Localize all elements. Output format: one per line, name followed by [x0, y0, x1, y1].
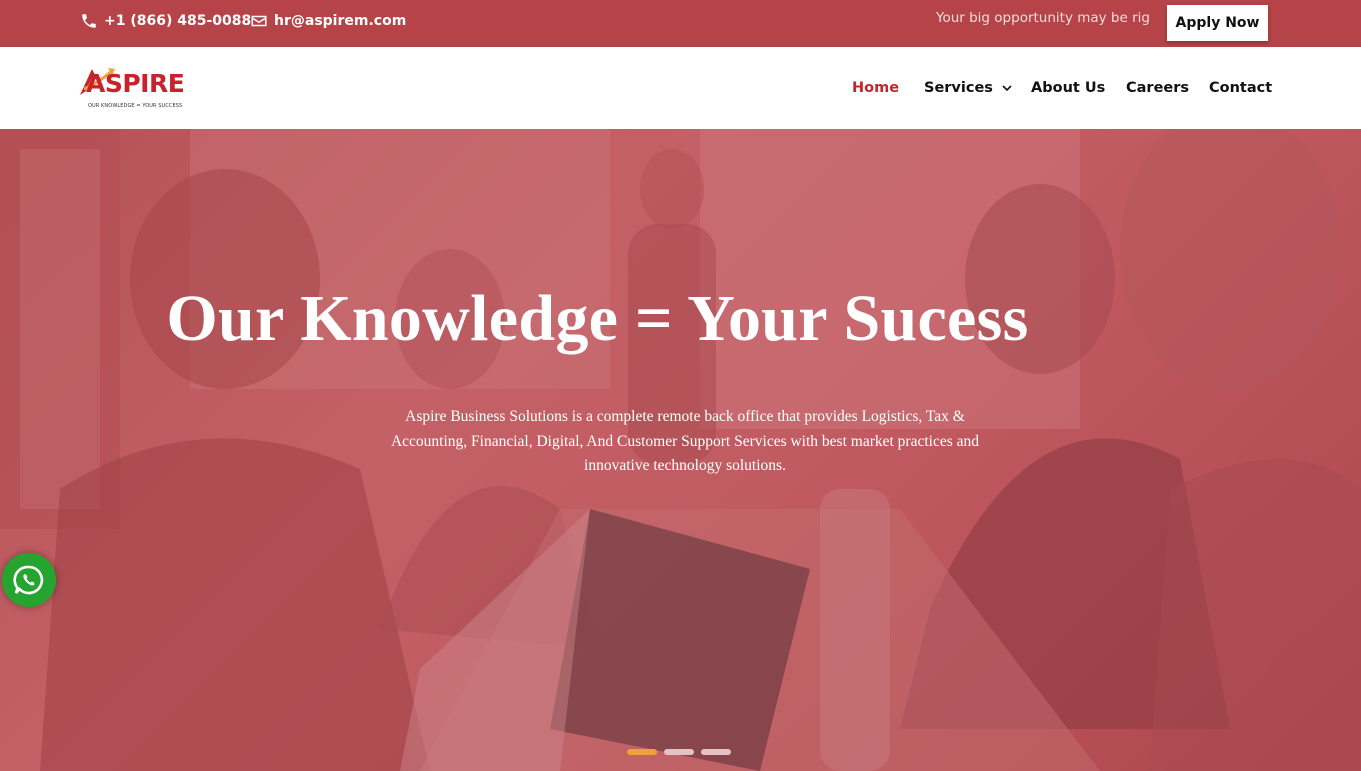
chevron-down-icon — [1002, 85, 1012, 92]
phone-number: +1 (866) 485-0088 — [104, 13, 252, 29]
nav-services-label: Services — [924, 80, 993, 96]
announcement-marquee: Your big opportunity may be rig — [936, 10, 1149, 26]
nav-about-us[interactable]: About Us — [1031, 47, 1105, 129]
phone-contact[interactable]: +1 (866) 485-0088 — [80, 12, 251, 30]
slider-dot-1[interactable] — [627, 749, 657, 755]
whatsapp-icon — [13, 565, 44, 595]
nav-services[interactable]: Services — [924, 47, 1012, 129]
nav-home-label: Home — [852, 80, 900, 96]
email-address: hr@aspirem.com — [274, 13, 407, 29]
logo-wordmark: ASPIRE — [86, 69, 185, 98]
nav-home[interactable]: Home — [852, 47, 899, 129]
whatsapp-button[interactable] — [2, 553, 56, 607]
slider-dot-2[interactable] — [664, 749, 694, 755]
top-bar: +1 (866) 485-0088 hr@aspirem.com Your bi… — [0, 0, 1361, 47]
envelope-icon — [251, 15, 267, 27]
nav-careers[interactable]: Careers — [1126, 47, 1189, 129]
nav-contact-label: Contact — [1209, 80, 1273, 96]
hero-description: Aspire Business Solutions is a complete … — [390, 408, 980, 474]
email-contact[interactable]: hr@aspirem.com — [250, 12, 406, 30]
nav-contact[interactable]: Contact — [1209, 47, 1272, 129]
main-header: ASPIRE OUR KNOWLEDGE = YOUR SUCCESS Home… — [0, 47, 1361, 129]
hero-title: Our Knowledge = Your Sucess — [166, 282, 1029, 355]
slider-pagination — [627, 749, 731, 755]
apply-now-button[interactable]: Apply Now — [1167, 5, 1268, 41]
nav-about-us-label: About Us — [1031, 80, 1106, 96]
aspire-logo[interactable]: ASPIRE OUR KNOWLEDGE = YOUR SUCCESS — [78, 65, 185, 113]
hero-slider: Our Knowledge = Your Sucess Aspire Busin… — [0, 129, 1361, 771]
slider-dot-3[interactable] — [701, 749, 731, 755]
phone-icon — [82, 14, 96, 28]
logo-tagline: OUR KNOWLEDGE = YOUR SUCCESS — [88, 103, 183, 109]
nav-careers-label: Careers — [1126, 80, 1190, 96]
